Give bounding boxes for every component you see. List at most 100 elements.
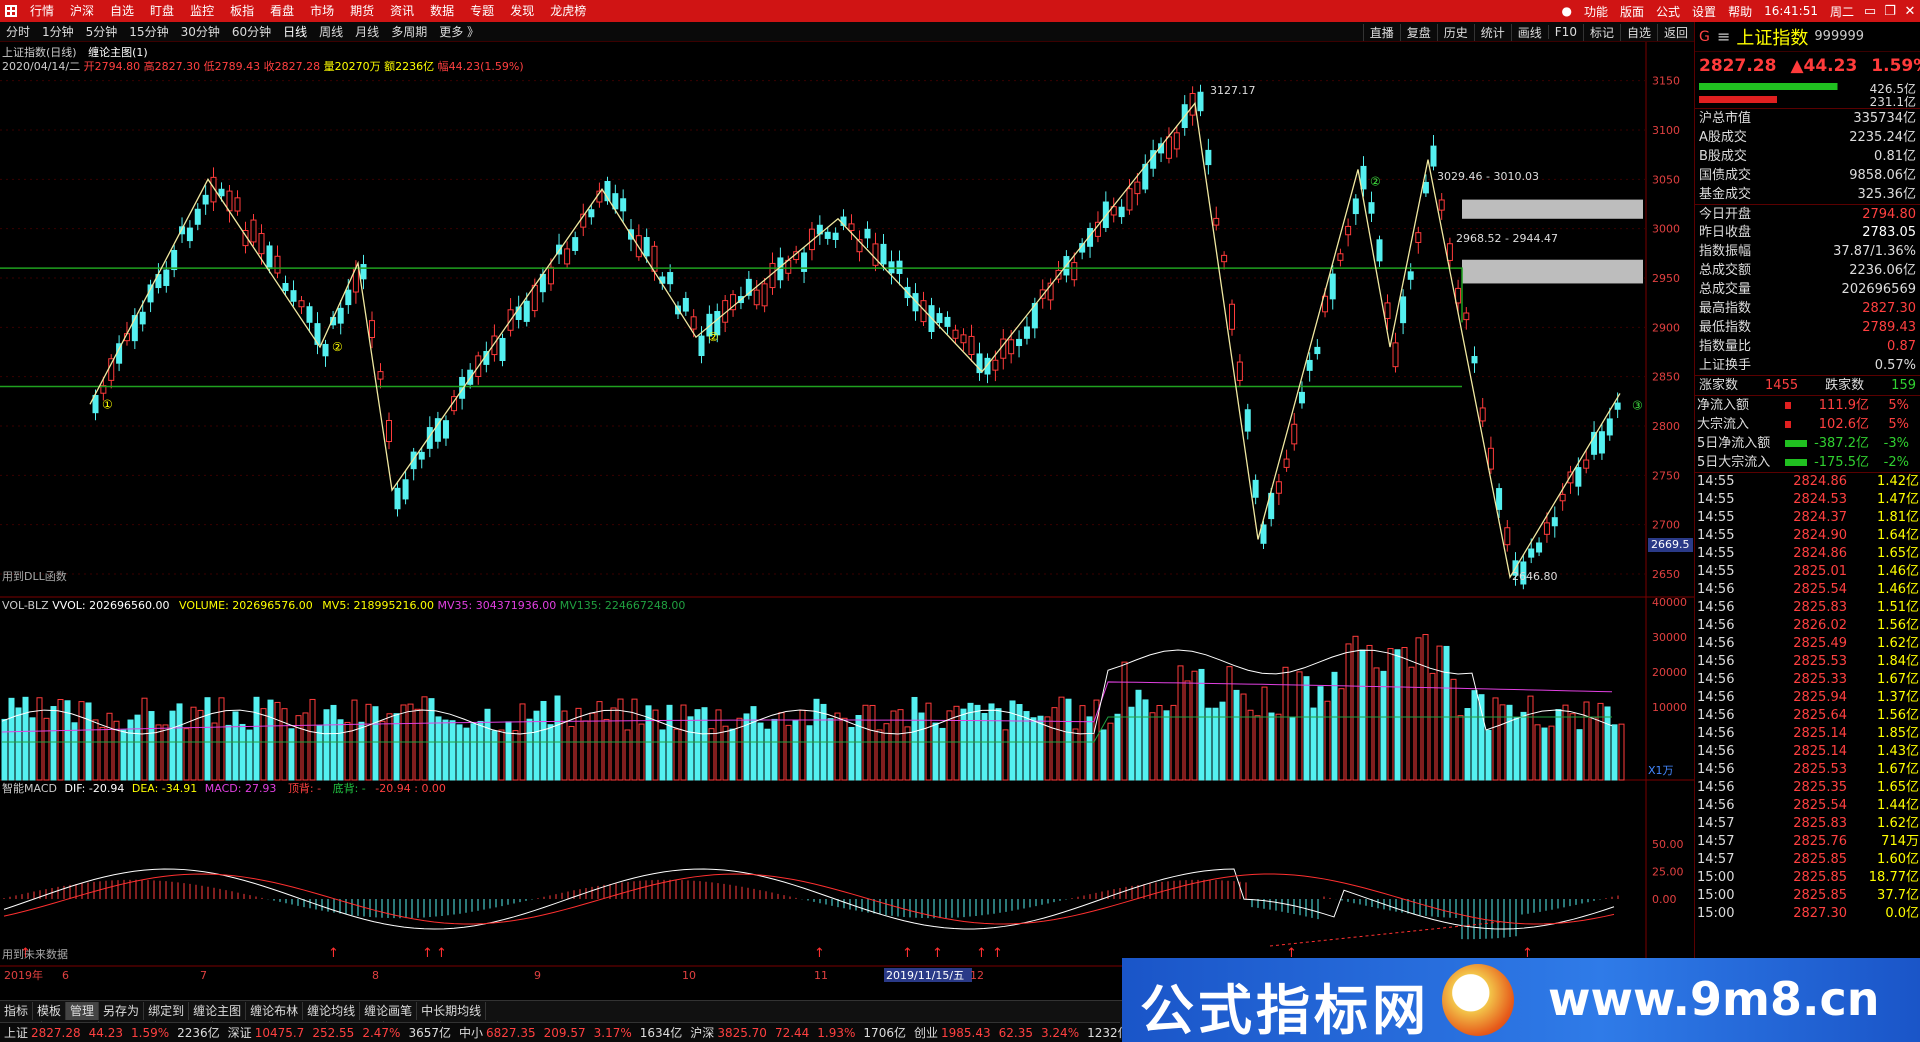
top-right-controls: ● 功能 版面 公式 设置 帮助 16:41:51 周二 ▭ ❐ ✕ [1556, 0, 1920, 22]
vol-tick-label: 30000 [1652, 631, 1687, 644]
period-tab[interactable]: 1分钟 [36, 23, 80, 40]
menu-item[interactable]: 专题 [462, 0, 502, 22]
menu-item[interactable]: 自选 [102, 0, 142, 22]
period-tab[interactable]: 月线 [349, 23, 385, 40]
candle-body [1329, 273, 1336, 300]
tool-button[interactable]: 复盘 [1399, 23, 1437, 41]
indicator-tab[interactable]: 另存为 [99, 1001, 145, 1020]
g-icon[interactable]: G [1699, 29, 1713, 45]
tool-button[interactable]: 直播 [1362, 23, 1400, 41]
tool-button[interactable]: 返回 [1656, 23, 1694, 41]
stat-label: 总成交量 [1699, 282, 1752, 297]
period-tab[interactable]: 多周期 [385, 23, 433, 40]
status-item[interactable]: 深证 10475.7 252.55 2.47% 3657亿 [224, 1024, 455, 1041]
candle-body [1392, 342, 1399, 368]
period-tab[interactable]: 15分钟 [123, 23, 174, 40]
period-tab[interactable]: 30分钟 [175, 23, 226, 40]
candle-body [499, 337, 506, 362]
candle-body [547, 266, 554, 285]
macd-name[interactable]: 智能MACD [2, 782, 57, 795]
period-bar: 分时 1分钟 5分钟 15分钟 30分钟 60分钟 日线 周线 月线 多周期 更多 》 直播 复盘 历史… [0, 22, 1694, 42]
indicator-tab[interactable]: 模板 [33, 1001, 67, 1020]
menu-item[interactable]: 发现 [502, 0, 542, 22]
volume-bar [1135, 689, 1142, 781]
app-menu-icon[interactable] [0, 0, 22, 22]
flow-label: 净流入额 [1697, 398, 1750, 413]
x-tick-label: 2019/11/15/五 [886, 969, 964, 982]
indicator-tab[interactable]: 中长期均线 [417, 1001, 487, 1020]
tick-price: 2827.30 [1793, 906, 1847, 921]
period-tab[interactable]: 日线 [277, 23, 313, 40]
menu-item[interactable]: 盯盘 [142, 0, 182, 22]
status-item[interactable]: 创业 1985.43 62.35 3.24% 1232亿 [910, 1024, 1134, 1041]
stat-label: 总成交额 [1699, 263, 1752, 278]
indicator-tab[interactable]: 指标 [0, 1001, 34, 1020]
close-icon[interactable]: ✕ [1900, 4, 1920, 19]
menu-item[interactable]: 看盘 [262, 0, 302, 22]
period-tab[interactable]: 分时 [0, 23, 36, 40]
menu-item[interactable]: 资讯 [382, 0, 422, 22]
indicator-tab[interactable]: 缠论布林 [246, 1001, 304, 1020]
candle-body [1197, 91, 1204, 112]
menu-formula[interactable]: 公式 [1650, 3, 1686, 20]
candle-body [369, 320, 375, 339]
volume-bar [610, 707, 617, 781]
volume-bar [512, 730, 519, 781]
candle-body [523, 300, 530, 322]
main-indicator[interactable]: 缠论主图(1) [88, 46, 148, 59]
volume-bar [183, 728, 190, 781]
period-tab[interactable]: 更多 》 [433, 23, 485, 40]
volume-bar [288, 728, 295, 781]
menu-icon[interactable]: ≡ [1717, 27, 1730, 46]
maximize-icon[interactable]: ❐ [1880, 4, 1900, 19]
menu-item[interactable]: 期货 [342, 0, 382, 22]
status-item[interactable]: 沪深 3825.70 72.44 1.93% 1706亿 [686, 1024, 910, 1041]
volume-bar [1380, 670, 1387, 781]
volume-bar [29, 717, 36, 781]
menu-item[interactable]: 数据 [422, 0, 462, 22]
vol-name[interactable]: VOL-BLZ [2, 599, 49, 612]
menu-item[interactable]: 市场 [302, 0, 342, 22]
user-icon[interactable]: ● [1556, 4, 1578, 18]
index-code: 999999 [1814, 29, 1865, 44]
status-item[interactable]: 上证 2827.28 44.23 1.59% 2236亿 [0, 1024, 224, 1041]
menu-function[interactable]: 功能 [1578, 3, 1614, 20]
menu-item[interactable]: 龙虎榜 [542, 0, 594, 22]
minimize-icon[interactable]: ▭ [1860, 4, 1880, 19]
top-menu-bar: 行情 沪深 自选 盯盘 监控 板指 看盘 市场 期货 资讯 数据 专题 发现 龙虎榜 ● 功能 版面 公式… [0, 0, 1920, 22]
candle-body [880, 243, 887, 265]
period-tab[interactable]: 60分钟 [226, 23, 277, 40]
tick-list[interactable]: 14:55 2824.86 1.42亿 14:55 2824.53 1.47亿 14:55 2… [1695, 473, 1920, 923]
tick-time: 14:56 [1697, 744, 1735, 759]
indicator-tab[interactable]: 缠论画笔 [360, 1001, 418, 1020]
tool-button[interactable]: 历史 [1436, 23, 1474, 41]
menu-item[interactable]: 监控 [182, 0, 222, 22]
volume-bar [449, 720, 456, 781]
candle-body [848, 223, 855, 231]
tool-button[interactable]: 统计 [1473, 23, 1511, 41]
candle-body [761, 283, 768, 307]
tool-button[interactable]: 标记 [1582, 23, 1620, 41]
menu-settings[interactable]: 设置 [1686, 3, 1722, 20]
indicator-tab[interactable]: 缠论均线 [303, 1001, 361, 1020]
volume-bar [1, 718, 8, 781]
indicator-tab[interactable]: 缠论主图 [189, 1001, 247, 1020]
menu-help[interactable]: 帮助 [1722, 3, 1758, 20]
menu-layout[interactable]: 版面 [1614, 3, 1650, 20]
candle-body [564, 248, 571, 265]
menu-item[interactable]: 沪深 [62, 0, 102, 22]
tick-price: 2825.53 [1793, 654, 1847, 669]
kline-chart[interactable]: 3150 3100 3050 3000 2950 2900 2850 2800 2750 2700… [0, 42, 1694, 1000]
period-tab[interactable]: 5分钟 [80, 23, 124, 40]
status-item[interactable]: 中小 6827.35 209.57 3.17% 1634亿 [455, 1024, 686, 1041]
indicator-tab[interactable]: 绑定到 [144, 1001, 190, 1020]
menu-item[interactable]: 行情 [22, 0, 62, 22]
tool-button[interactable]: 自选 [1619, 23, 1657, 41]
tool-button[interactable]: 画线 [1510, 23, 1548, 41]
indicator-tab[interactable]: 管理 [66, 1001, 100, 1020]
period-tab[interactable]: 周线 [313, 23, 349, 40]
menu-item[interactable]: 板指 [222, 0, 262, 22]
tool-button[interactable]: F10 [1547, 25, 1583, 39]
tick-amount: 1.47亿 [1877, 492, 1919, 507]
banner-logo [1442, 964, 1514, 1036]
